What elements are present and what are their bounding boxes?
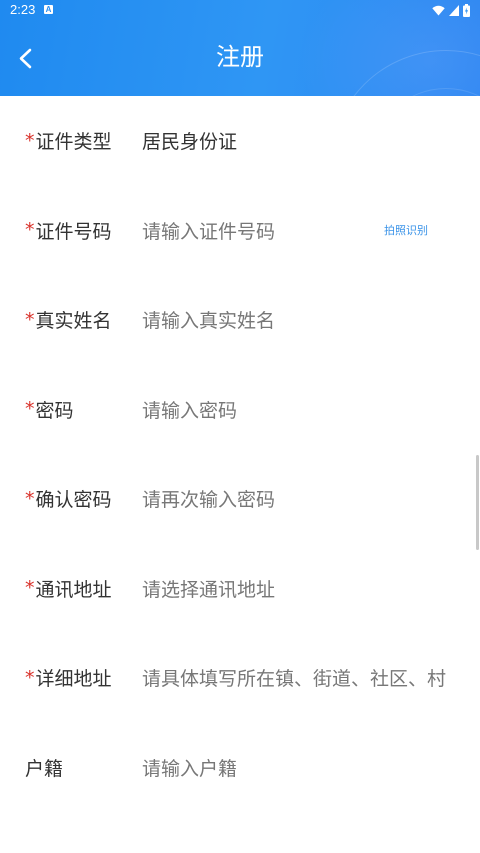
field-label: 户籍	[25, 723, 63, 813]
field-label: * 通讯地址	[25, 544, 112, 634]
household-registration-label: 户籍	[25, 757, 64, 780]
battery-icon	[463, 3, 470, 17]
form-row-id-type[interactable]: * 证件类型 居民身份证	[0, 96, 480, 186]
confirm-password-input[interactable]: 请再次输入密码	[142, 454, 462, 544]
page-title: 注册	[216, 43, 264, 71]
required-mark: *	[25, 219, 35, 242]
field-label: * 密码	[25, 365, 74, 455]
field-label: * 真实姓名	[25, 275, 112, 365]
mailing-address-label: 通讯地址	[35, 578, 112, 601]
form-row-password: * 密码 请输入密码	[0, 365, 480, 455]
status-time: 2:23	[10, 2, 36, 17]
mailing-address-select[interactable]: 请选择通讯地址	[142, 544, 462, 634]
field-label: * 确认密码	[25, 454, 112, 544]
password-label: 密码	[35, 399, 74, 422]
required-mark: *	[25, 577, 35, 600]
required-mark: *	[25, 487, 35, 510]
id-type-select[interactable]: 居民身份证	[142, 96, 462, 186]
registration-form: * 证件类型 居民身份证 * 证件号码 请输入证件号码 拍照识别 * 真实姓名 请输入…	[0, 96, 480, 812]
detailed-address-input[interactable]: 请具体填写所在镇、街道、社区、村	[142, 633, 462, 723]
required-mark: *	[25, 308, 35, 331]
field-label: * 详细地址	[25, 633, 112, 723]
form-row-id-number: * 证件号码 请输入证件号码 拍照识别	[0, 186, 480, 276]
confirm-password-label: 确认密码	[35, 489, 112, 512]
household-registration-input[interactable]: 请输入户籍	[142, 723, 462, 813]
form-row-detailed-address: * 详细地址 请具体填写所在镇、街道、社区、村	[0, 633, 480, 723]
header-bar: 2:23 A 注册	[0, 0, 480, 96]
form-row-household-registration: 户籍 请输入户籍	[0, 723, 480, 813]
wifi-icon	[432, 5, 445, 15]
field-label: * 证件类型	[25, 96, 112, 186]
register-screen: 2:23 A 注册 * 证件类型 居民身份证 * 证件号码 请输入证件号码 拍照…	[0, 0, 480, 853]
scrollbar-thumb[interactable]	[476, 455, 479, 550]
form-row-confirm-password: * 确认密码 请再次输入密码	[0, 454, 480, 544]
form-row-real-name: * 真实姓名 请输入真实姓名	[0, 275, 480, 365]
status-icons	[432, 3, 470, 17]
status-bar: 2:23 A	[0, 0, 480, 20]
required-mark: *	[25, 129, 35, 152]
real-name-label: 真实姓名	[35, 310, 112, 333]
detailed-address-label: 详细地址	[35, 668, 112, 691]
id-number-label: 证件号码	[35, 220, 112, 243]
photo-recognize-link[interactable]: 拍照识别	[384, 186, 428, 276]
id-type-label: 证件类型	[35, 131, 112, 154]
password-input[interactable]: 请输入密码	[142, 365, 462, 455]
field-label: * 证件号码	[25, 186, 112, 276]
required-mark: *	[25, 398, 35, 421]
real-name-input[interactable]: 请输入真实姓名	[142, 275, 462, 365]
form-row-mailing-address: * 通讯地址 请选择通讯地址	[0, 544, 480, 634]
required-mark: *	[25, 666, 35, 689]
notification-badge: A	[44, 5, 53, 14]
signal-icon	[449, 4, 459, 16]
